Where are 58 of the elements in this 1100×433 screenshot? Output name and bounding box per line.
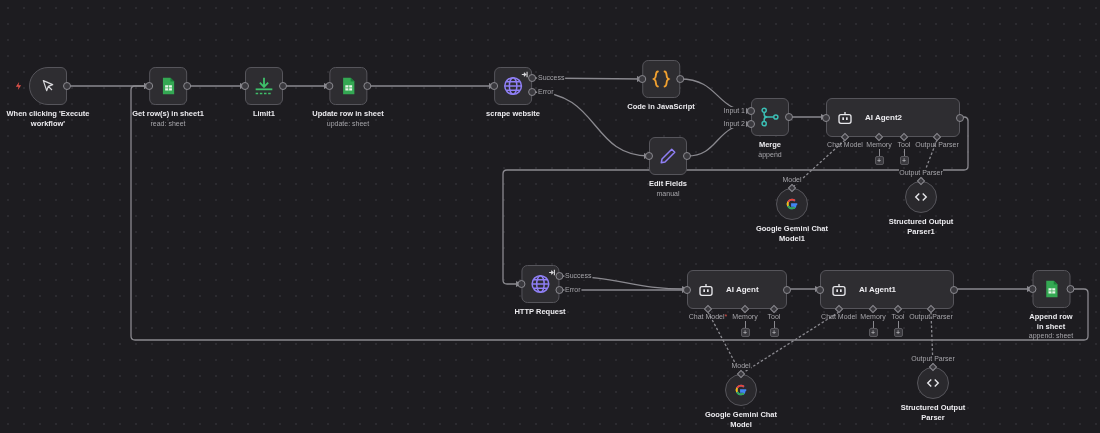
- output-port[interactable]: [279, 82, 287, 90]
- globe-icon: [530, 274, 550, 294]
- lightning-icon: [15, 82, 22, 90]
- robot-icon: [837, 109, 853, 126]
- robot-icon: [698, 281, 714, 298]
- letter-g-icon: [785, 197, 799, 211]
- input-port[interactable]: [1028, 285, 1036, 293]
- input-port[interactable]: [683, 285, 691, 294]
- pencil-icon: [659, 147, 677, 165]
- trigger-node[interactable]: [29, 67, 67, 105]
- output-port[interactable]: [950, 285, 958, 294]
- output-port[interactable]: [676, 75, 684, 83]
- workflow-node[interactable]: [245, 67, 283, 105]
- sub-node[interactable]: [776, 188, 808, 220]
- output-port[interactable]: [783, 285, 791, 294]
- workflow-node[interactable]: [642, 60, 680, 98]
- workflow-node[interactable]: [329, 67, 367, 105]
- sub-node[interactable]: [917, 367, 949, 399]
- input-port[interactable]: [703, 304, 713, 314]
- output-port[interactable]: [363, 82, 371, 90]
- workflow-node[interactable]: [521, 265, 559, 303]
- input-port[interactable]: [145, 82, 153, 90]
- workflow-node[interactable]: [1032, 270, 1070, 308]
- sub-node[interactable]: [725, 374, 757, 406]
- arrow-in-icon: [548, 269, 555, 276]
- output-port[interactable]: [183, 82, 191, 90]
- input-port[interactable]: [325, 82, 333, 90]
- node-title: AI Agent2: [865, 113, 903, 122]
- output-port[interactable]: [683, 152, 691, 160]
- cursor-icon: [40, 78, 56, 94]
- input-port[interactable]: [490, 82, 498, 90]
- output-port[interactable]: [63, 82, 71, 90]
- workflow-node[interactable]: [751, 98, 789, 136]
- braces-icon: [651, 69, 671, 89]
- input-port[interactable]: [241, 82, 249, 90]
- input-port[interactable]: [645, 152, 653, 160]
- node-title: AI Agent: [726, 285, 759, 294]
- sub-node[interactable]: [905, 181, 937, 213]
- output-port[interactable]: [956, 113, 964, 122]
- angle-brackets-icon: [914, 190, 928, 204]
- workflow-node[interactable]: [649, 137, 687, 175]
- workflow-node[interactable]: [494, 67, 532, 105]
- robot-icon: [831, 281, 847, 298]
- input-port[interactable]: [899, 132, 909, 142]
- input-port[interactable]: [638, 75, 646, 83]
- download-icon: [254, 76, 274, 96]
- input-port[interactable]: [816, 285, 824, 294]
- output-port[interactable]: [1066, 285, 1074, 293]
- workflow-node[interactable]: [149, 67, 187, 105]
- input-port[interactable]: [517, 280, 525, 288]
- output-port[interactable]: [785, 113, 793, 121]
- globe-icon: [503, 76, 523, 96]
- angle-brackets-icon: [926, 376, 940, 390]
- merge-icon: [760, 107, 780, 127]
- node-title: AI Agent1: [859, 285, 897, 294]
- input-port[interactable]: [822, 113, 830, 122]
- letter-g-icon: [734, 383, 748, 397]
- arrow-in-icon: [521, 71, 528, 78]
